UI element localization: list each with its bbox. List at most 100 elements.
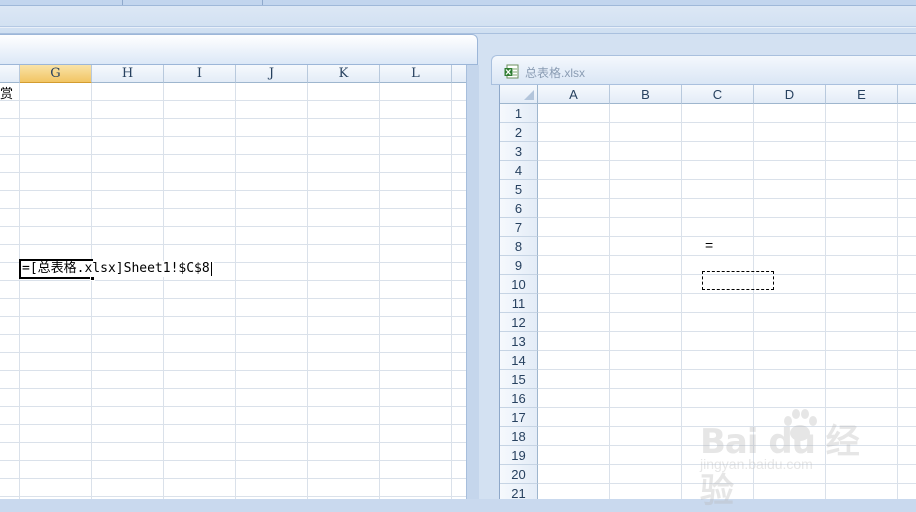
gridline-horizontal (0, 352, 466, 353)
gridline-horizontal (0, 136, 466, 137)
gridline-horizontal (538, 141, 916, 142)
gridline-vertical (235, 83, 236, 499)
right-window-title: 总表格.xlsx (525, 66, 586, 80)
row-header-16[interactable]: 16 (500, 389, 538, 408)
gridline-horizontal (0, 370, 466, 371)
gridline-horizontal (538, 483, 916, 484)
gridline-horizontal (0, 154, 466, 155)
gridline-vertical (825, 104, 826, 499)
left-workbook-window: LKJIHG 赏 =[总表格.xlsx]Sheet1!$C$8 (0, 34, 479, 499)
column-header-l[interactable]: L (380, 65, 452, 83)
gridline-horizontal (538, 122, 916, 123)
left-window-titlebar[interactable] (0, 34, 478, 65)
row-header-13[interactable]: 13 (500, 332, 538, 351)
row-header-11[interactable]: 11 (500, 294, 538, 313)
row-header-10[interactable]: 10 (500, 275, 538, 294)
gridline-horizontal (538, 445, 916, 446)
gridline-horizontal (538, 331, 916, 332)
gridline-horizontal (538, 407, 916, 408)
row-header-15[interactable]: 15 (500, 370, 538, 389)
column-header-b[interactable]: B (610, 85, 682, 104)
column-header-c[interactable]: C (682, 85, 754, 104)
column-header-j[interactable]: J (236, 65, 308, 83)
gridline-vertical (753, 104, 754, 499)
gridline-horizontal (0, 208, 466, 209)
gridline-horizontal (538, 198, 916, 199)
gridline-horizontal (538, 426, 916, 427)
app-top-bar (0, 0, 916, 34)
column-header-i[interactable]: I (164, 65, 236, 83)
row-header-4[interactable]: 4 (500, 161, 538, 180)
gridline-vertical (19, 83, 20, 499)
gridline-horizontal (0, 496, 466, 497)
gridline-horizontal (0, 190, 466, 191)
gridline-vertical (307, 83, 308, 499)
row-header-18[interactable]: 18 (500, 427, 538, 446)
select-all-corner[interactable] (500, 85, 538, 104)
tab-separator (262, 0, 263, 5)
row-header-5[interactable]: 5 (500, 180, 538, 199)
column-header-e[interactable]: E (826, 85, 898, 104)
gridline-vertical (91, 83, 92, 499)
row-header-8[interactable]: 8 (500, 237, 538, 256)
gridline-horizontal (0, 244, 466, 245)
row-header-19[interactable]: 19 (500, 446, 538, 465)
row-header-6[interactable]: 6 (500, 199, 538, 218)
gridline-horizontal (0, 478, 466, 479)
gridline-horizontal (538, 312, 916, 313)
row-header-1[interactable]: 1 (500, 104, 538, 123)
column-header-d[interactable]: D (754, 85, 826, 104)
row-header-12[interactable]: 12 (500, 313, 538, 332)
right-sheet-grid[interactable]: A B C D E 1 2 3 4 5 6 7 8 9 10 11 12 13 14 15 16 17 18 19 20 21 = (499, 85, 916, 499)
tab-separator (122, 0, 123, 5)
gridline-horizontal (0, 118, 466, 119)
row-header-14[interactable]: 14 (500, 351, 538, 370)
fill-handle[interactable] (90, 276, 95, 281)
row-header-21[interactable]: 21 (500, 484, 538, 499)
row-header-20[interactable]: 20 (500, 465, 538, 484)
left-sheet-grid[interactable]: LKJIHG 赏 =[总表格.xlsx]Sheet1!$C$8 (0, 65, 466, 499)
row-header-17[interactable]: 17 (500, 408, 538, 427)
column-header-partial-right[interactable] (452, 65, 466, 83)
gridline-horizontal (0, 406, 466, 407)
row-header-7[interactable]: 7 (500, 218, 538, 237)
gridline-vertical (609, 104, 610, 499)
formula-entry[interactable]: =[总表格.xlsx]Sheet1!$C$8 (22, 261, 214, 277)
window-tab-strip (0, 0, 916, 6)
gridline-horizontal (538, 236, 916, 237)
row-header-2[interactable]: 2 (500, 123, 538, 142)
gridline-horizontal (0, 388, 466, 389)
cell-c6-value[interactable]: = (705, 237, 713, 253)
gridline-horizontal (0, 334, 466, 335)
gridline-horizontal (0, 172, 466, 173)
text-caret (210, 261, 212, 276)
gridline-vertical (379, 83, 380, 499)
gridline-vertical (451, 83, 452, 499)
right-workbook-window: 总表格.xlsx A B C D E 1 2 3 4 5 6 7 8 9 10 11 12 13 14 15 16 17 1… (479, 34, 916, 499)
row-header-9[interactable]: 9 (500, 256, 538, 275)
gridline-horizontal (538, 217, 916, 218)
gridline-horizontal (0, 298, 466, 299)
column-header-partial[interactable] (0, 65, 20, 83)
gridline-horizontal (0, 424, 466, 425)
gridline-horizontal (538, 464, 916, 465)
gridline-horizontal (538, 369, 916, 370)
column-header-h[interactable]: H (92, 65, 164, 83)
gridline-horizontal (0, 316, 466, 317)
partial-cell-text[interactable]: 赏 (0, 83, 13, 102)
right-window-titlebar[interactable]: 总表格.xlsx (491, 55, 916, 85)
gridline-vertical (163, 83, 164, 499)
column-header-a[interactable]: A (538, 85, 610, 104)
left-vertical-scrollbar[interactable] (466, 65, 479, 499)
column-header-partial-right[interactable] (898, 85, 916, 104)
formula-text: =[总表格.xlsx]Sheet1!$C$8 (22, 261, 210, 276)
gridline-horizontal (538, 388, 916, 389)
column-header-k[interactable]: K (308, 65, 380, 83)
copy-reference-marquee-c8[interactable] (702, 271, 774, 290)
row-header-3[interactable]: 3 (500, 142, 538, 161)
gridline-horizontal (0, 460, 466, 461)
column-header-g[interactable]: G (20, 65, 92, 83)
gridline-horizontal (538, 160, 916, 161)
excel-file-icon (504, 64, 519, 79)
gridline-vertical (897, 104, 898, 499)
